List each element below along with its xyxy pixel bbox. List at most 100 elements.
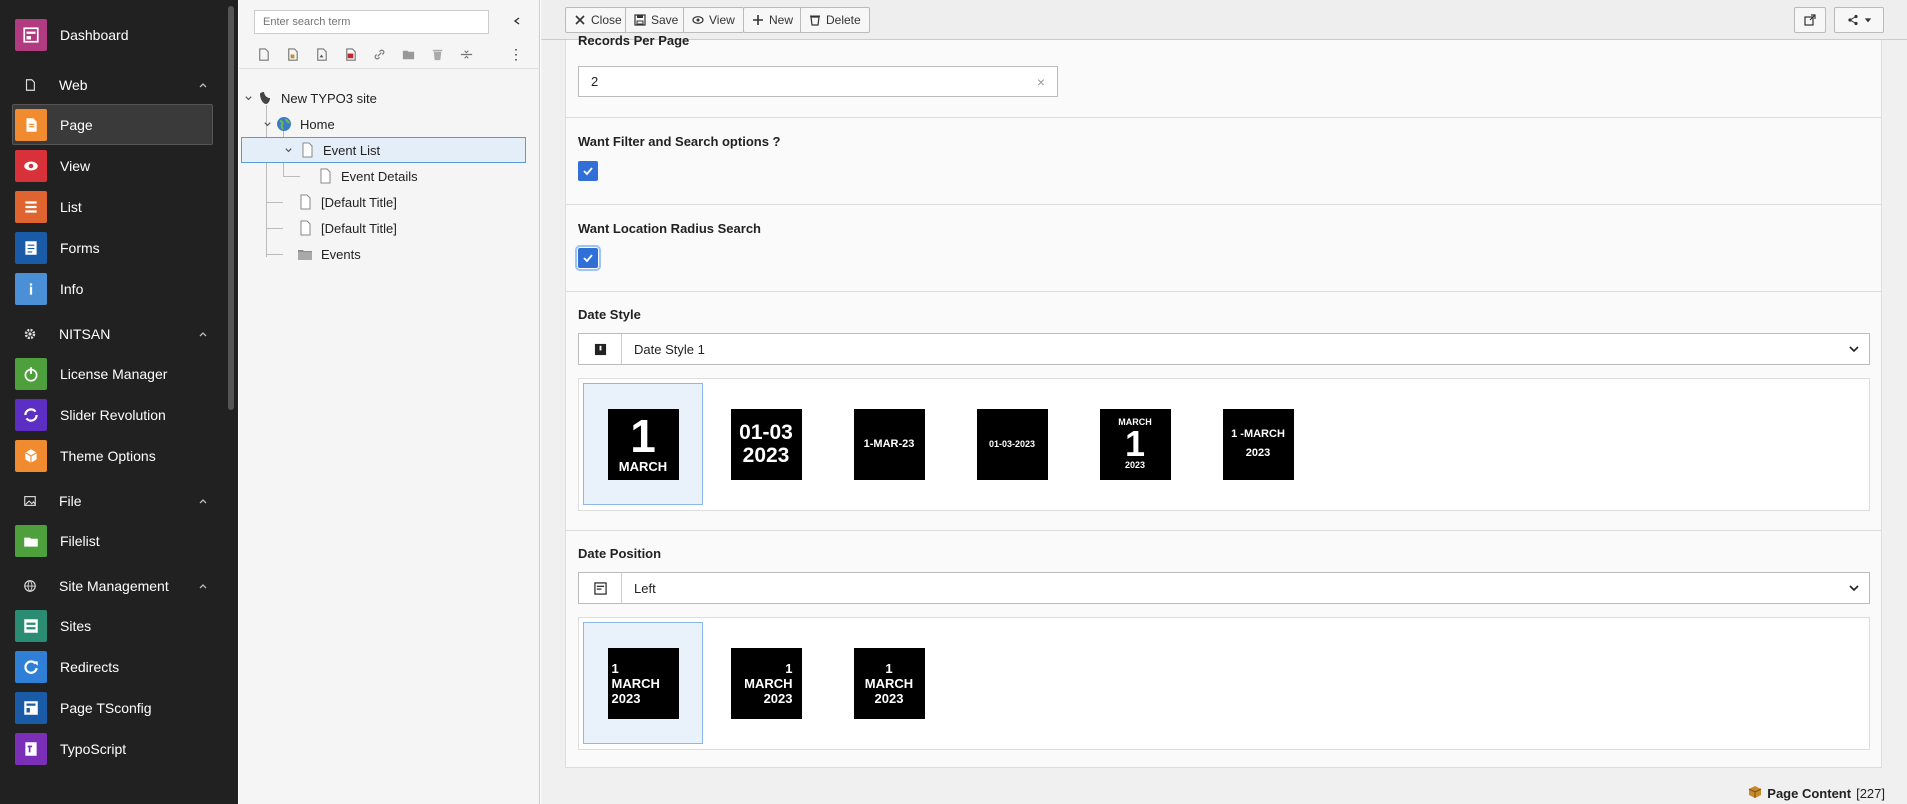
records-per-page-input[interactable]: 2 × (578, 66, 1058, 97)
date-style-preview: 01-03 2023 (730, 408, 802, 480)
module-menu-scrollbar[interactable] (228, 6, 234, 410)
module-theme-options[interactable]: Theme Options (0, 435, 238, 476)
save-label: Save (651, 13, 679, 27)
group-web[interactable]: Web (0, 66, 238, 104)
group-site-management[interactable]: Site Management (0, 567, 238, 605)
folder-icon[interactable] (394, 42, 423, 66)
new-link-page-icon[interactable] (336, 42, 365, 66)
tree-line (266, 202, 283, 203)
date-style-option-1[interactable]: 1 MARCH (583, 383, 703, 505)
module-page-tsconfig[interactable]: Page TSconfig (0, 687, 238, 728)
filter-search-checkbox[interactable] (578, 161, 598, 181)
close-button[interactable]: Close (565, 7, 631, 33)
module-redirects[interactable]: Redirects (0, 646, 238, 687)
date-position-preview: 1 MARCH 2023 (607, 647, 679, 719)
module-forms[interactable]: Forms (0, 227, 238, 268)
close-label: Close (591, 13, 622, 27)
date-style-option-3[interactable]: 1-MAR-23 (829, 383, 949, 505)
tree-node-events[interactable]: Events (297, 241, 361, 267)
refresh-icon (15, 398, 47, 431)
image-icon (14, 485, 46, 517)
tree-node-default-title[interactable]: [Default Title] (297, 189, 397, 215)
tree-node-event-list[interactable]: Event List (241, 137, 526, 163)
module-label: List (60, 198, 82, 215)
chevron-up-icon (194, 492, 212, 510)
delete-button[interactable]: Delete (800, 7, 870, 33)
page-icon (317, 168, 333, 184)
more-options-icon[interactable]: ⋮ (509, 46, 523, 63)
page-icon (297, 194, 313, 210)
tree-divider (239, 68, 540, 69)
tree-node-label: Home (300, 116, 335, 132)
tree-node-label: New TYPO3 site (281, 90, 377, 106)
date-style-option-6[interactable]: 1 -MARCH 2023 (1198, 383, 1318, 505)
chevron-up-icon (194, 577, 212, 595)
date-position-section: Date Position Left 1 MARCH 2023 1 MARCH … (566, 531, 1881, 768)
recycler-icon[interactable] (423, 42, 452, 66)
tree-node-label: Event List (323, 142, 381, 158)
new-mountpoint-icon[interactable] (307, 42, 336, 66)
filter-search-section: Want Filter and Search options ? (566, 118, 1881, 205)
module-page[interactable]: Page (12, 104, 213, 145)
tree-line (283, 176, 300, 177)
chevron-down-icon (262, 116, 272, 132)
new-shortcut-icon[interactable] (278, 42, 307, 66)
save-button[interactable]: Save (625, 7, 688, 33)
preview-line: 01-03-2023 (988, 438, 1036, 449)
caret-down-icon (1864, 18, 1871, 23)
module-label: Theme Options (60, 447, 156, 464)
date-position-option-right[interactable]: 1 MARCH 2023 (706, 622, 826, 744)
date-position-select[interactable]: Left (578, 572, 1870, 604)
records-per-page-label: Records Per Page (578, 33, 690, 48)
module-filelist[interactable]: Filelist (0, 520, 238, 561)
date-style-option-2[interactable]: 01-03 2023 (706, 383, 826, 505)
date-style-option-5[interactable]: MARCH 1 2023 (1075, 383, 1195, 505)
folder-icon (15, 524, 47, 557)
module-label: Page TSconfig (60, 699, 152, 716)
date-position-preview: 1 MARCH 2023 (730, 647, 802, 719)
new-page-icon[interactable] (249, 42, 278, 66)
tree-node-event-details[interactable]: Event Details (317, 163, 418, 189)
divider-icon[interactable] (452, 42, 481, 66)
date-style-option-4[interactable]: 01-03-2023 (952, 383, 1072, 505)
location-radius-checkbox[interactable] (575, 245, 601, 271)
share-dropdown-button[interactable] (1834, 7, 1884, 33)
list-icon (15, 190, 47, 223)
tree-node-label: [Default Title] (321, 220, 397, 236)
tree-node-home[interactable]: Home (262, 111, 335, 137)
view-button[interactable]: View (683, 7, 744, 33)
dashboard-icon (15, 19, 47, 51)
tree-node-root[interactable]: New TYPO3 site (243, 85, 377, 111)
preview-month: MARCH (618, 459, 668, 474)
group-file[interactable]: File (0, 482, 238, 520)
tree-node-label: Events (321, 246, 361, 262)
tree-toolbar (249, 42, 481, 66)
preview-year: 2023 (1124, 460, 1146, 470)
date-style-preview: 1-MAR-23 (853, 408, 925, 480)
date-position-option-center[interactable]: 1 MARCH 2023 (829, 622, 949, 744)
date-style-select[interactable]: Date Style 1 (578, 333, 1870, 365)
plus-icon (753, 15, 763, 25)
info-icon (15, 272, 47, 305)
clear-icon[interactable]: × (1037, 74, 1045, 90)
module-info[interactable]: Info (0, 268, 238, 309)
tree-node-label: [Default Title] (321, 194, 397, 210)
collapse-tree-icon[interactable] (509, 13, 525, 29)
chevron-down-icon (1839, 582, 1869, 594)
new-button[interactable]: New (743, 7, 803, 33)
power-icon (15, 357, 47, 390)
module-sites[interactable]: Sites (0, 605, 238, 646)
module-slider-revolution[interactable]: Slider Revolution (0, 394, 238, 435)
tree-node-default-title[interactable]: [Default Title] (297, 215, 397, 241)
date-position-option-left[interactable]: 1 MARCH 2023 (583, 622, 703, 744)
module-list[interactable]: List (0, 186, 238, 227)
group-nitsan[interactable]: NITSAN (0, 315, 238, 353)
link-icon[interactable] (365, 42, 394, 66)
module-license-manager[interactable]: License Manager (0, 353, 238, 394)
tree-search-input[interactable] (254, 10, 489, 34)
module-typoscript[interactable]: TypoScript (0, 728, 238, 769)
module-dashboard[interactable]: Dashboard (0, 10, 238, 60)
module-label: Page (60, 116, 93, 133)
open-new-window-button[interactable] (1794, 7, 1826, 33)
module-view[interactable]: View (0, 145, 238, 186)
